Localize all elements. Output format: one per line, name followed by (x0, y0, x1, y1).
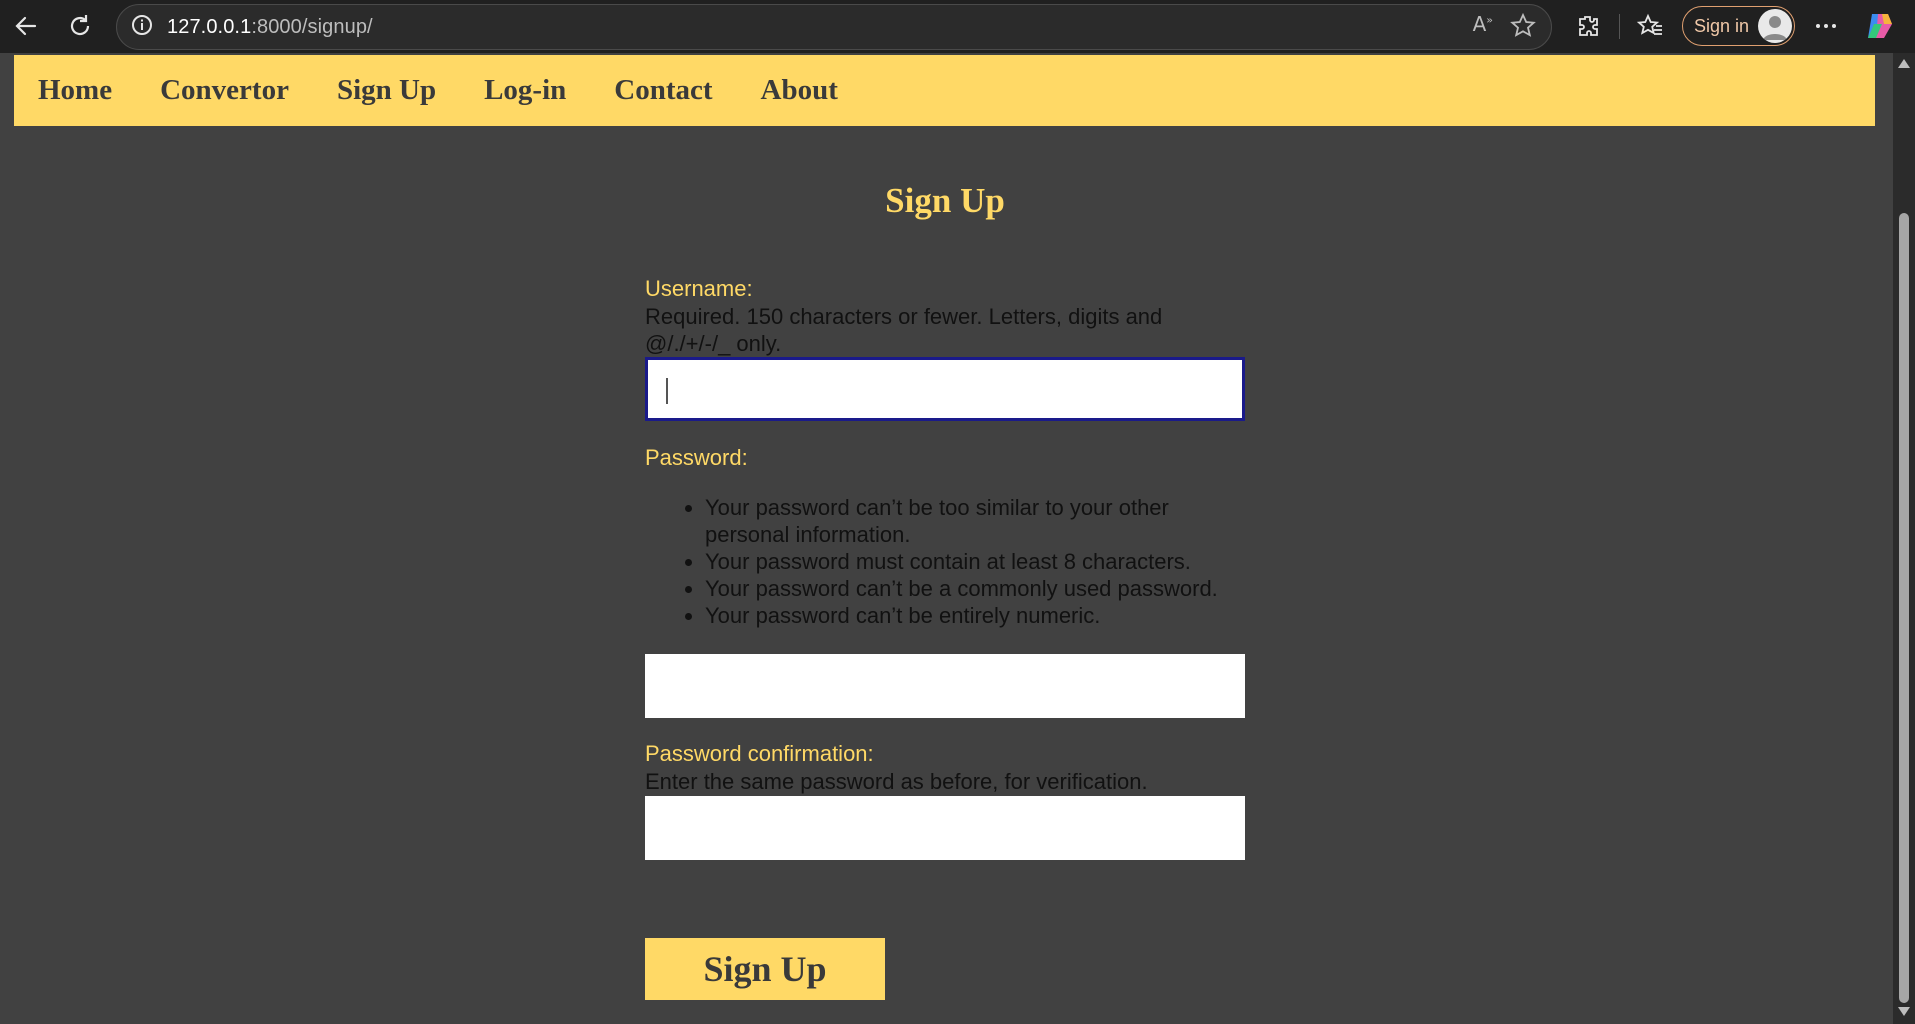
url-text: 127.0.0.1:8000/signup/ (167, 16, 373, 39)
favorites-icon[interactable] (1632, 8, 1668, 44)
favorite-star-icon[interactable] (1509, 12, 1537, 45)
scroll-down-arrow-icon[interactable] (1898, 1007, 1910, 1016)
password-rules-list: Your password can’t be too similar to yo… (645, 494, 1245, 629)
toolbar-divider (1619, 14, 1620, 39)
password-rule: Your password can’t be too similar to yo… (705, 494, 1245, 548)
nav-about[interactable]: About (761, 74, 838, 107)
nav-convertor[interactable]: Convertor (160, 74, 289, 107)
extensions-icon[interactable] (1570, 8, 1606, 44)
read-aloud-icon[interactable]: A» (1473, 12, 1493, 45)
text-caret (666, 378, 668, 404)
scroll-up-arrow-icon[interactable] (1898, 59, 1910, 68)
password-rule: Your password can’t be entirely numeric. (705, 602, 1245, 629)
password-confirmation-label: Password confirmation: (645, 741, 874, 766)
address-bar[interactable]: 127.0.0.1:8000/signup/ A» (116, 4, 1552, 50)
password-confirmation-help: Enter the same password as before, for v… (645, 769, 1148, 794)
username-label: Username: (645, 276, 753, 301)
username-help-text: Required. 150 characters or fewer. Lette… (645, 304, 1163, 356)
username-input[interactable] (645, 357, 1245, 421)
nav-sign-up[interactable]: Sign Up (337, 74, 436, 107)
more-icon[interactable] (1808, 8, 1844, 44)
password-label: Password: (645, 445, 748, 470)
password-input[interactable] (645, 654, 1245, 718)
scrollbar-thumb[interactable] (1899, 213, 1909, 1003)
password-rule: Your password can’t be a commonly used p… (705, 575, 1245, 602)
nav-contact[interactable]: Contact (614, 74, 712, 107)
reload-icon[interactable] (62, 8, 98, 44)
url-host: 127.0.0.1 (167, 15, 252, 38)
nav-home[interactable]: Home (38, 74, 112, 107)
site-navbar: Home Convertor Sign Up Log-in Contact Ab… (14, 55, 1875, 126)
sign-up-submit-button[interactable]: Sign Up (645, 938, 885, 1000)
info-icon[interactable] (131, 14, 153, 41)
back-icon[interactable] (8, 8, 44, 44)
url-path: :8000/signup/ (251, 15, 373, 38)
password-confirmation-input[interactable] (645, 796, 1245, 860)
browser-toolbar: 127.0.0.1:8000/signup/ A» Sign in (0, 0, 1915, 53)
page-title: Sign Up (885, 181, 1005, 220)
vertical-scrollbar[interactable] (1893, 53, 1915, 1024)
page-viewport: Home Convertor Sign Up Log-in Contact Ab… (0, 53, 1893, 1024)
nav-log-in[interactable]: Log-in (484, 74, 566, 107)
sign-in-label: Sign in (1694, 15, 1750, 36)
copilot-icon[interactable] (1862, 8, 1898, 44)
sign-in-button[interactable]: Sign in (1682, 6, 1795, 46)
password-rule: Your password must contain at least 8 ch… (705, 548, 1245, 575)
profile-icon (1758, 9, 1792, 43)
